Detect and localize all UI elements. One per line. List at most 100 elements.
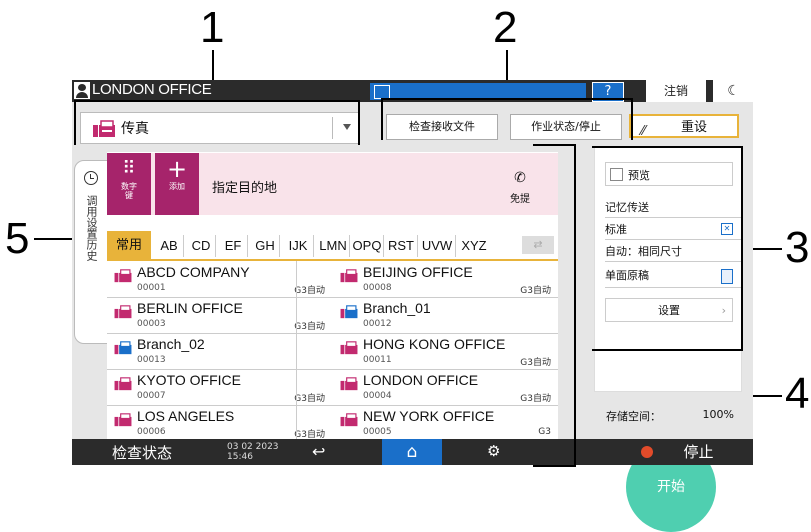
numpad-button[interactable]: ⠿ 数字键 bbox=[107, 153, 151, 215]
entry-name: HONG KONG OFFICE bbox=[363, 336, 506, 352]
storage-value: 100% bbox=[702, 408, 734, 421]
home-icon[interactable]: ⌂ bbox=[382, 439, 442, 465]
entry-number: 00012 bbox=[363, 319, 392, 329]
clock-display: 03 02 2023 15:46 bbox=[227, 442, 279, 462]
tab-gh[interactable]: GH bbox=[251, 235, 280, 257]
table-row: LOS ANGELES 00006 G3自动 NEW YORK OFFICE 0… bbox=[107, 405, 558, 441]
list-item[interactable]: NEW YORK OFFICE 00005 G3 bbox=[333, 405, 557, 441]
history-tab-label: 调用设置历史 bbox=[85, 195, 98, 261]
tab-ab[interactable]: AB bbox=[155, 235, 184, 257]
keyboard-icon bbox=[374, 85, 390, 99]
entry-number: 00011 bbox=[363, 355, 392, 365]
list-item[interactable]: BERLIN OFFICE 00003 G3自动 bbox=[107, 297, 331, 333]
entry-mode: G3自动 bbox=[294, 394, 325, 404]
destination-list: ABCD COMPANY 00001 G3自动 BEIJING OFFICE 0… bbox=[107, 261, 558, 441]
entry-name: Branch_02 bbox=[137, 336, 205, 352]
entry-number: 00013 bbox=[137, 355, 166, 365]
energy-saver-icon[interactable]: ☾ bbox=[712, 80, 754, 102]
reset-label: 重设 bbox=[680, 120, 707, 135]
fax-icon bbox=[340, 377, 358, 391]
entry-mode: G3自动 bbox=[294, 322, 325, 332]
stop-icon bbox=[641, 446, 654, 458]
history-tab[interactable]: 调用设置历史 bbox=[74, 160, 109, 344]
table-row: KYOTO OFFICE 00007 G3自动 LONDON OFFICE 00… bbox=[107, 369, 558, 406]
tab-opq[interactable]: OPQ bbox=[351, 235, 384, 257]
entry-name: Branch_01 bbox=[363, 300, 431, 316]
office-name: LONDON OFFICE bbox=[92, 81, 212, 98]
tab-ef[interactable]: EF bbox=[219, 235, 248, 257]
back-icon[interactable]: ↩ bbox=[312, 442, 325, 461]
check-status-button[interactable]: 检查状态 bbox=[112, 442, 172, 463]
tab-uvw[interactable]: UVW bbox=[419, 235, 456, 257]
callout-3-frame bbox=[592, 146, 743, 351]
bottom-bar: 检查状态 03 02 2023 15:46 ↩ ⌂ ⚙ 停止 bbox=[72, 439, 753, 465]
list-item[interactable]: BEIJING OFFICE 00008 G3自动 bbox=[333, 261, 557, 297]
entry-number: 00001 bbox=[137, 283, 166, 293]
callout-4: 4 bbox=[785, 369, 810, 418]
specify-destination-label: 指定目的地 bbox=[212, 181, 278, 196]
reset-button[interactable]: ⁄⁄ 重设 bbox=[629, 114, 739, 139]
table-row: ABCD COMPANY 00001 G3自动 BEIJING OFFICE 0… bbox=[107, 261, 558, 298]
list-item[interactable]: Branch_02 00013 bbox=[107, 333, 331, 369]
fax-icon bbox=[340, 269, 358, 283]
gear-icon[interactable]: ⚙ bbox=[487, 442, 500, 460]
tab-cd[interactable]: CD bbox=[187, 235, 216, 257]
list-item[interactable]: ABCD COMPANY 00001 G3自动 bbox=[107, 261, 331, 297]
entry-number: 00006 bbox=[137, 427, 166, 437]
entry-number: 00004 bbox=[363, 391, 392, 401]
fax-icon bbox=[340, 413, 358, 427]
entry-number: 00005 bbox=[363, 427, 392, 437]
callout-4-frame bbox=[533, 144, 576, 467]
stop-button[interactable]: 停止 bbox=[602, 439, 753, 465]
fax-icon bbox=[114, 377, 132, 391]
group-fax-icon bbox=[114, 341, 132, 355]
tab-rst[interactable]: RST bbox=[385, 235, 418, 257]
entry-name: LOS ANGELES bbox=[137, 408, 235, 424]
list-item[interactable]: LOS ANGELES 00006 G3自动 bbox=[107, 405, 331, 441]
entry-mode: G3自动 bbox=[294, 286, 325, 296]
callout-1: 1 bbox=[200, 3, 225, 52]
callout-3: 3 bbox=[785, 223, 810, 272]
add-button[interactable]: + 添加 bbox=[155, 153, 199, 215]
entry-name: BEIJING OFFICE bbox=[363, 264, 473, 280]
entry-name: NEW YORK OFFICE bbox=[363, 408, 495, 424]
callout-1-frame bbox=[74, 100, 360, 145]
list-item[interactable]: HONG KONG OFFICE 00011 G3自动 bbox=[333, 333, 557, 369]
entry-name: BERLIN OFFICE bbox=[137, 300, 243, 316]
numpad-icon: ⠿ bbox=[122, 158, 136, 179]
callout-5: 5 bbox=[5, 214, 30, 263]
tab-frequent[interactable]: 常用 bbox=[107, 231, 151, 259]
entry-number: 00008 bbox=[363, 283, 392, 293]
entry-number: 00007 bbox=[137, 391, 166, 401]
fax-icon bbox=[114, 269, 132, 283]
stop-label: 停止 bbox=[683, 443, 714, 461]
callout-2: 2 bbox=[493, 3, 518, 52]
date-text: 03 02 2023 bbox=[227, 442, 279, 452]
entry-name: LONDON OFFICE bbox=[363, 372, 479, 388]
fax-icon bbox=[340, 341, 358, 355]
list-item[interactable]: LONDON OFFICE 00004 G3自动 bbox=[333, 369, 557, 405]
clear-icon: ⁄⁄ bbox=[641, 124, 646, 139]
entry-name: ABCD COMPANY bbox=[137, 264, 250, 280]
numpad-label: 数字键 bbox=[121, 182, 137, 200]
storage-indicator: 存储空间： 100% bbox=[598, 408, 734, 424]
list-item[interactable]: KYOTO OFFICE 00007 G3自动 bbox=[107, 369, 331, 405]
add-label: 添加 bbox=[169, 182, 185, 191]
table-row: Branch_02 00013 HONG KONG OFFICE 00011 G… bbox=[107, 333, 558, 370]
user-icon[interactable] bbox=[74, 82, 90, 99]
list-divider bbox=[296, 261, 297, 441]
entry-number: 00003 bbox=[137, 319, 166, 329]
callout-5-line bbox=[34, 238, 74, 240]
fax-icon bbox=[114, 305, 132, 319]
list-item[interactable]: Branch_01 00012 bbox=[333, 297, 557, 333]
entry-name: KYOTO OFFICE bbox=[137, 372, 241, 388]
logout-button[interactable]: 注销 bbox=[646, 80, 706, 102]
tab-ijk[interactable]: IJK bbox=[283, 235, 314, 257]
time-text: 15:46 bbox=[227, 452, 253, 462]
storage-label: 存储空间： bbox=[606, 410, 661, 423]
group-fax-icon bbox=[340, 305, 358, 319]
plus-icon: + bbox=[166, 155, 188, 183]
tab-xyz[interactable]: XYZ bbox=[457, 235, 491, 257]
clock-icon bbox=[84, 171, 98, 185]
tab-lmn[interactable]: LMN bbox=[317, 235, 350, 257]
